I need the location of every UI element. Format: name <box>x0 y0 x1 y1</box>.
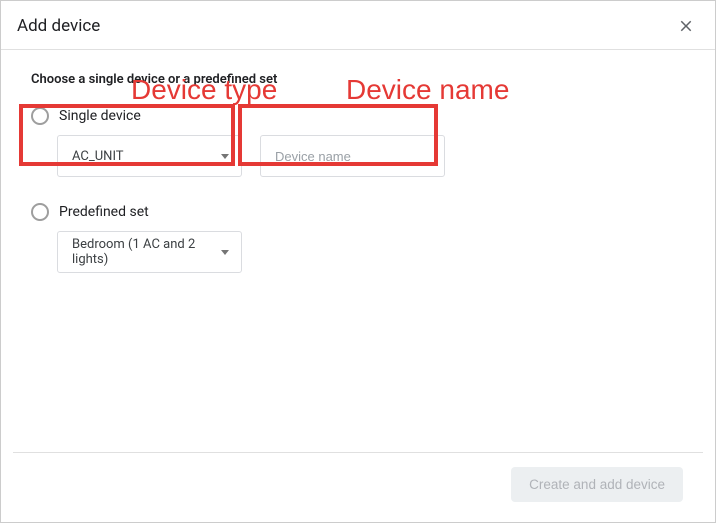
add-device-dialog: Add device Choose a single device or a p… <box>0 0 716 523</box>
dialog-header: Add device <box>1 1 715 50</box>
dialog-footer: Create and add device <box>13 452 703 516</box>
radio-single-device[interactable] <box>31 107 49 125</box>
option-predefined-set[interactable]: Predefined set <box>31 203 685 221</box>
close-button[interactable] <box>673 13 699 39</box>
dialog-body: Choose a single device or a predefined s… <box>1 50 715 452</box>
predefined-set-controls: Bedroom (1 AC and 2 lights) <box>57 231 685 273</box>
dropdown-icon <box>221 250 229 255</box>
radio-label-predefined: Predefined set <box>59 204 149 220</box>
predefined-set-select[interactable]: Bedroom (1 AC and 2 lights) <box>57 231 242 273</box>
device-type-select[interactable]: AC_UNIT <box>57 135 242 177</box>
prompt-text: Choose a single device or a predefined s… <box>31 72 685 87</box>
device-name-input[interactable] <box>260 135 445 177</box>
create-add-device-button[interactable]: Create and add device <box>511 467 683 502</box>
radio-predefined-set[interactable] <box>31 203 49 221</box>
dialog-title: Add device <box>17 16 100 36</box>
close-icon <box>677 17 695 35</box>
predefined-set-value: Bedroom (1 AC and 2 lights) <box>72 237 221 267</box>
single-device-controls: AC_UNIT <box>57 135 685 177</box>
radio-label-single: Single device <box>59 108 141 124</box>
device-type-value: AC_UNIT <box>72 149 124 164</box>
dropdown-icon <box>221 154 229 159</box>
option-single-device[interactable]: Single device <box>31 107 685 125</box>
